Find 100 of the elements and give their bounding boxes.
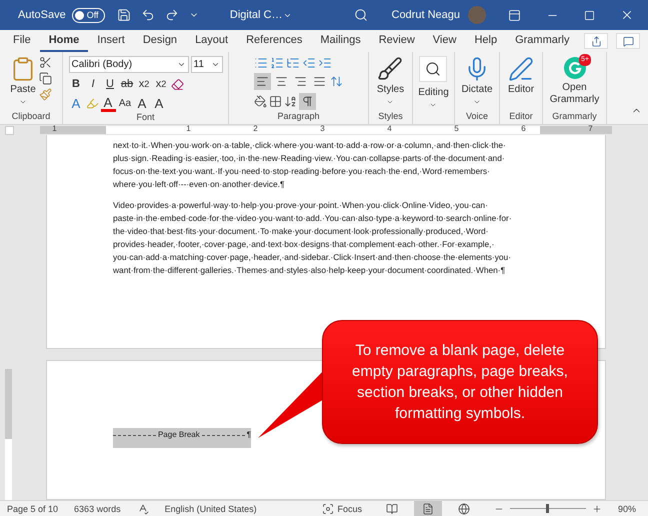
language[interactable]: English (United States) — [164, 504, 257, 514]
view-icon[interactable] — [458, 502, 470, 514]
text-line: Video·provides·a·powerful·way·to·help·you·prove·your·point.·When·you·click·Online·Video,·you·can· — [113, 199, 489, 212]
zoom-thumb[interactable] — [546, 504, 549, 513]
multilevel-list-icon[interactable] — [286, 56, 300, 70]
save-icon[interactable] — [116, 8, 131, 22]
caret-icon[interactable] — [19, 98, 27, 106]
autosave-toggle[interactable]: Off — [72, 8, 105, 22]
ribbon-display-icon[interactable] — [508, 8, 521, 22]
undo-icon[interactable] — [140, 8, 155, 22]
font-style-button[interactable]: A — [134, 95, 150, 112]
search-icon[interactable] — [354, 8, 368, 22]
zoom-level[interactable]: 90% — [618, 504, 636, 514]
close-icon[interactable] — [620, 8, 634, 22]
font-style-button[interactable]: A — [68, 95, 84, 112]
text-line: focus·on·the·text·you·want.·If·you·need·to·stop·reading·before·you·reach·the·end,·Word·remembers· — [113, 165, 491, 178]
editor-button[interactable]: Editor — [508, 56, 534, 96]
view-button[interactable] — [414, 500, 442, 516]
text-line: plus·sign.·Reading·is·easier,·too,·in·the·new·Reading·view.·You·can·collapse·parts·of·the·document·and· — [113, 152, 506, 165]
autosave-label: AutoSave — [18, 9, 66, 21]
paste-button[interactable]: Paste — [10, 56, 36, 106]
ruler-number: 4 — [386, 125, 393, 134]
proofing-icon[interactable] — [136, 502, 149, 514]
user-name[interactable]: Codrut Neagu — [392, 9, 460, 21]
share-icon[interactable] — [590, 36, 602, 46]
group-label: Paragraph — [277, 111, 320, 121]
text-line: where·you·left·off·--·even·on·another·device.¶ — [113, 178, 286, 191]
text-line: the·video·that·best·fits·your·document.·To·make·your·document·look·professionally·produced,·Word· — [113, 225, 490, 238]
ribbon-tab[interactable]: References — [237, 34, 312, 52]
format-button[interactable]: U — [102, 76, 118, 92]
comment-icon[interactable] — [622, 36, 634, 46]
ribbon-tab[interactable]: Design — [134, 34, 186, 52]
editing-button[interactable]: Editing — [418, 56, 449, 109]
group-label: Grammarly — [552, 111, 597, 121]
font-size-field[interactable]: 11 — [190, 56, 222, 73]
styles-brush-icon[interactable] — [377, 56, 404, 82]
focus-button[interactable]: Focus — [337, 504, 362, 514]
text-line: want·from·the·different·galleries.·Themes·and·styles·also·help·keep·your·document·coordinated.·When·¶ — [113, 264, 506, 277]
numbering-icon[interactable] — [270, 56, 284, 70]
page-count[interactable]: Page 5 of 10 — [7, 504, 58, 514]
cut-icon[interactable] — [39, 56, 52, 69]
font-style-button[interactable]: A — [100, 95, 116, 112]
borders-icon[interactable] — [269, 95, 282, 108]
redo-icon[interactable] — [164, 8, 179, 22]
group-label: Styles — [378, 111, 403, 121]
share-button[interactable] — [584, 33, 608, 49]
focus-icon[interactable] — [322, 502, 334, 514]
format-button[interactable]: ab — [120, 76, 134, 92]
callout: To remove a blank page, delete empty paragraphs, page breaks, section breaks, or other hidden formatting symbols. — [322, 320, 598, 444]
ribbon-tab[interactable]: Layout — [186, 34, 238, 52]
caret-icon[interactable] — [386, 98, 394, 106]
caret-icon[interactable] — [429, 101, 438, 109]
pen-icon[interactable] — [508, 56, 534, 82]
group-label: Voice — [466, 111, 488, 121]
sort-icon[interactable] — [284, 95, 297, 108]
ruler-number: 6 — [520, 125, 527, 134]
ruler-number: 2 — [252, 125, 259, 134]
font-style-button[interactable]: A — [152, 95, 166, 112]
word-count[interactable]: 6363 words — [74, 504, 121, 514]
ruler-number: 5 — [453, 125, 460, 134]
increase-indent-icon[interactable] — [318, 56, 332, 70]
styles-button[interactable]: Styles — [376, 56, 404, 106]
ribbon-tab[interactable]: Review — [370, 34, 424, 52]
ribbon-tab[interactable]: Grammarly — [506, 34, 578, 52]
caret-icon[interactable] — [473, 98, 481, 106]
ribbon-tab[interactable]: File — [4, 34, 40, 52]
text-line: next·to·it.·When·you·work·on·a·table,·click·where·you·want·to·add·a·row·or·a·column,·and·then·click·the· — [113, 139, 507, 152]
group-label: Clipboard — [12, 111, 50, 121]
ribbon-tab[interactable]: Help — [465, 34, 506, 52]
comments-button[interactable] — [616, 33, 640, 49]
line-spacing-icon[interactable] — [330, 75, 343, 88]
font-name-field[interactable]: Calibri (Body) — [68, 56, 188, 73]
search-icon[interactable] — [425, 61, 442, 77]
voice-button[interactable]: Dictate — [461, 56, 493, 106]
group-label: Editor — [509, 111, 533, 121]
editing-icon[interactable] — [419, 56, 448, 82]
ribbon-tab[interactable]: Insert — [88, 34, 134, 52]
ruler-number: 1 — [185, 125, 192, 134]
copy-icon[interactable] — [39, 72, 52, 85]
text-line: provides·header,·footer,·cover·page,·and·text·box·designs·that·complement·each·other.·For·example,· — [113, 238, 496, 251]
ruler-number: 1 — [51, 125, 58, 134]
ribbon-tab[interactable]: Mailings — [311, 34, 370, 52]
maximize-icon[interactable] — [584, 10, 595, 20]
group-label: Font — [136, 112, 154, 122]
caret-icon[interactable] — [210, 60, 220, 69]
shading-icon[interactable] — [254, 95, 267, 108]
clear-formatting-icon[interactable] — [170, 78, 184, 90]
font-style-button[interactable]: Aa — [118, 95, 132, 112]
document-title[interactable]: Digital C… — [230, 9, 282, 21]
decrease-indent-icon[interactable] — [302, 56, 316, 70]
text-line: paste·in·the·embed·code·for·the·video·you·want·to·add.·You·can·also·type·a·keyword·to·search·online·for· — [113, 212, 513, 225]
ruler-number: 7 — [587, 125, 594, 134]
format-button[interactable]: I — [86, 76, 100, 92]
page-break-marker: Page Break ¶ — [113, 428, 251, 448]
ribbon-tab[interactable]: View — [424, 34, 466, 52]
view-icon[interactable] — [422, 502, 434, 514]
view-icon[interactable] — [386, 502, 398, 514]
format-button[interactable]: B — [68, 76, 84, 92]
caret-icon[interactable] — [176, 60, 186, 69]
zoom-in-icon[interactable] — [592, 504, 602, 514]
